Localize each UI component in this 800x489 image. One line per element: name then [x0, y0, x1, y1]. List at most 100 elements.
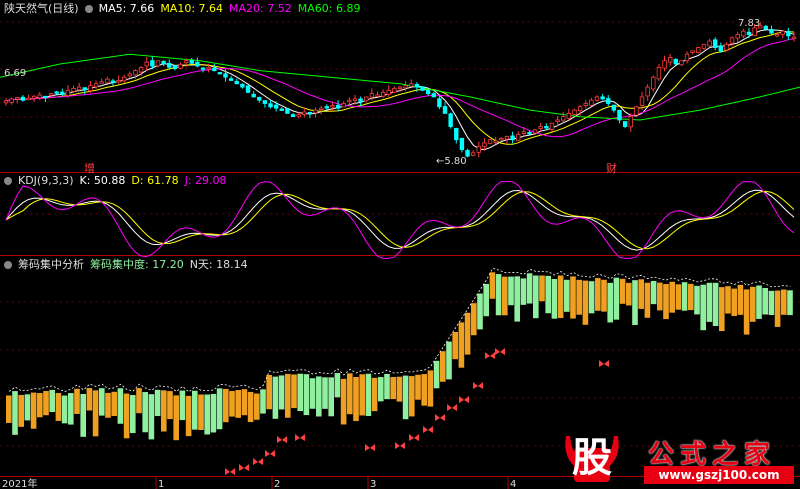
stock-title[interactable]: 陕天然气(日线) — [4, 2, 79, 15]
chip-bar — [161, 390, 167, 432]
ma10-label: MA10: 7.64 — [160, 2, 224, 15]
chip-bar — [334, 373, 341, 398]
chip-bar — [458, 322, 465, 368]
candle-body — [746, 31, 752, 35]
chip-bar — [378, 377, 384, 402]
x-tick-label: 2 — [274, 479, 280, 489]
settings-dot-icon[interactable] — [84, 5, 93, 13]
candle-body — [442, 106, 448, 114]
price-panel-header: 陕天然气(日线) MA5: 7.66 MA10: 7.64 MA20: 7.52 MA6… — [4, 2, 366, 16]
chip-bar — [719, 287, 725, 332]
logo-glyph: 股 — [572, 435, 612, 481]
candle-body — [684, 53, 690, 62]
stock-chart[interactable]: 6.69 ←5.80 7.83 增 财 2021年 1 2 3 4 — [0, 0, 800, 489]
chip-bar — [644, 282, 651, 318]
candle-body — [296, 114, 301, 117]
candle-body — [240, 83, 245, 88]
chip-bar — [260, 389, 266, 414]
chip-bar — [266, 374, 272, 410]
candle-body — [566, 112, 572, 119]
chip-bar — [737, 284, 744, 315]
chip-bar — [483, 283, 489, 317]
site-logo: 股 公式之家 www.gszj100.com — [560, 430, 796, 486]
candle-body — [662, 60, 667, 69]
chip-bar — [30, 392, 37, 429]
candle-body — [482, 142, 487, 148]
chip-bar — [254, 393, 260, 420]
x-tick-label: 1 — [158, 479, 164, 489]
candle-body — [234, 80, 239, 85]
chip-bar — [204, 394, 210, 435]
candle-body — [786, 31, 791, 37]
candle-body — [606, 98, 611, 104]
chip-bar — [111, 391, 117, 417]
chip-bar — [297, 373, 303, 412]
chip-bar — [601, 279, 607, 312]
chip-bar — [657, 282, 663, 311]
candle-body — [431, 93, 436, 98]
chip-bar — [762, 288, 768, 315]
candle-body — [144, 61, 149, 67]
candle-body — [487, 139, 493, 144]
chip-bar — [508, 276, 514, 306]
chip-bar — [365, 373, 372, 416]
candle-body — [26, 97, 31, 101]
indicator-dot-icon[interactable] — [4, 261, 12, 269]
candle-body — [347, 99, 352, 103]
candle-body — [352, 98, 358, 102]
candle-body — [493, 140, 498, 143]
candle-body — [133, 70, 138, 76]
candle-body — [155, 60, 161, 67]
candle-body — [589, 99, 594, 106]
candle-body — [161, 60, 166, 65]
candle-body — [290, 114, 296, 118]
chip-bar — [6, 395, 12, 423]
candle-body — [200, 67, 206, 70]
chip-bar — [340, 378, 347, 425]
indicator-dot-icon[interactable] — [4, 177, 12, 185]
ma20-label: MA20: 7.52 — [229, 2, 292, 15]
candle-body — [476, 145, 481, 153]
chip-bar — [173, 395, 179, 441]
chip-bar — [440, 351, 446, 382]
chip-title[interactable]: 筹码集中分析 — [18, 258, 84, 271]
candle-body — [279, 108, 284, 111]
chip-bar — [229, 391, 235, 417]
candle-body — [273, 104, 279, 109]
candle-body — [510, 135, 515, 141]
candle-body — [696, 47, 701, 53]
chip-bar — [650, 281, 657, 305]
candle-body — [54, 91, 59, 94]
x-tick-label: 3 — [370, 479, 376, 489]
candle-body — [741, 30, 746, 37]
candle-body — [516, 134, 521, 141]
chip-bar — [61, 395, 68, 424]
candle-body — [763, 25, 769, 30]
candle-body — [358, 98, 363, 102]
candle-body — [307, 111, 313, 115]
chip-bar — [291, 374, 297, 409]
chip-bar — [570, 276, 576, 319]
logo-url: www.gszj100.com — [644, 466, 794, 484]
chip-bar — [402, 375, 409, 420]
candle-body — [628, 116, 633, 128]
candle-body — [673, 58, 678, 65]
kdj-d-label: D: 61.78 — [131, 174, 179, 187]
candle-body — [268, 103, 273, 108]
candle-body — [330, 105, 335, 108]
chip-bar — [477, 293, 483, 330]
chip-bar — [24, 394, 31, 421]
candle-body — [341, 103, 346, 108]
candle-body — [538, 126, 543, 129]
candle-body — [701, 43, 707, 49]
kdj-title[interactable]: KDJ(9,3,3) — [18, 174, 74, 187]
chip-bar — [316, 376, 322, 417]
chip-bar — [359, 374, 365, 416]
cai-marker-label: 财 — [606, 161, 617, 175]
chip-panel-header: 筹码集中分析 筹码集中度: 17.20 N天: 18.14 — [4, 258, 254, 272]
candle-body — [183, 60, 189, 64]
candle-body — [285, 108, 290, 114]
chip-bar — [787, 290, 793, 316]
candle-body — [735, 34, 740, 39]
chip-bar — [433, 360, 440, 389]
